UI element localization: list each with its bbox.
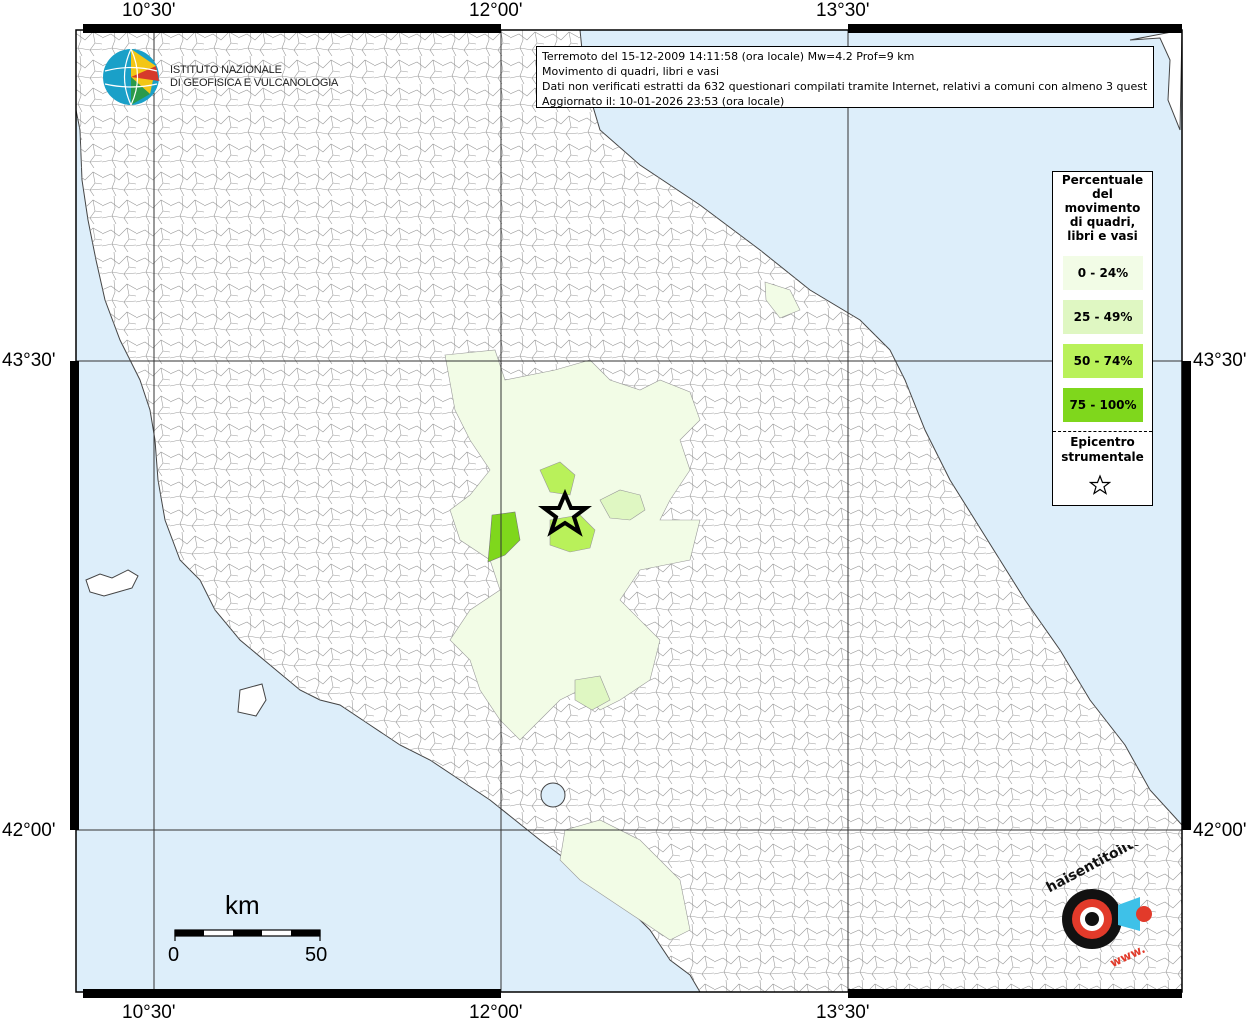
ingv-name: ISTITUTO NAZIONALE DI GEOFISICA E VULCAN… bbox=[170, 64, 338, 90]
legend-divider bbox=[1053, 431, 1152, 432]
event-info-box: Terremoto del 15-12-2009 14:11:58 (ora l… bbox=[536, 46, 1154, 108]
event-title: Terremoto del 15-12-2009 14:11:58 (ora l… bbox=[542, 50, 915, 63]
lat-label-left-2: 42°00' bbox=[2, 820, 56, 841]
lat-label-left-1: 43°30' bbox=[2, 350, 56, 371]
lake-vico bbox=[540, 782, 566, 808]
legend-class-25-49: 25 - 49% bbox=[1063, 300, 1143, 334]
legend-title-line: movimento bbox=[1064, 201, 1141, 215]
scale-max-label: 50 bbox=[305, 944, 328, 966]
legend-title-line: Percentuale bbox=[1061, 173, 1144, 187]
legend: Percentuale del movimento di quadri, lib… bbox=[1052, 171, 1153, 506]
scale-min-label: 0 bbox=[168, 944, 180, 966]
map-subject: Movimento di quadri, libri e vasi bbox=[542, 65, 720, 78]
legend-title: Percentuale del movimento di quadri, lib… bbox=[1053, 173, 1152, 243]
legend-class-0-24: 0 - 24% bbox=[1063, 256, 1143, 290]
legend-title-line: del bbox=[1092, 187, 1113, 201]
lon-label-bottom-3: 13°30' bbox=[816, 1002, 870, 1023]
legend-epicenter-label: Epicentro strumentale bbox=[1053, 435, 1152, 465]
scale-unit: km bbox=[225, 890, 260, 920]
hsit-www: www. bbox=[1108, 942, 1148, 970]
intensity-map: 10°30' 12°00' 13°30' 10°30' 12°00' 13°30… bbox=[0, 0, 1255, 1024]
legend-class-50-74: 50 - 74% bbox=[1063, 344, 1143, 378]
update-time: Aggiornato il: 10-01-2026 23:53 (ora loc… bbox=[542, 95, 785, 108]
hsit-text: haisentitoilterremoto.it bbox=[1044, 845, 1170, 896]
legend-epicenter-line: Epicentro bbox=[1070, 435, 1135, 449]
data-note: Dati non verificati estratti da 632 ques… bbox=[542, 80, 1148, 93]
lon-label-top-1: 10°30' bbox=[122, 0, 176, 21]
lat-label-right-1: 43°30' bbox=[1193, 350, 1247, 371]
ingv-name-line1: ISTITUTO NAZIONALE bbox=[170, 64, 282, 76]
legend-class-75-100: 75 - 100% bbox=[1063, 388, 1143, 422]
lat-label-right-2: 42°00' bbox=[1193, 820, 1247, 841]
lon-label-bottom-2: 12°00' bbox=[469, 1002, 523, 1023]
legend-epicenter-line: strumentale bbox=[1061, 450, 1144, 464]
ingv-name-line2: DI GEOFISICA E VULCANOLOGIA bbox=[170, 77, 339, 89]
epicenter-star-icon bbox=[1089, 474, 1111, 495]
ingv-globe-icon bbox=[103, 48, 159, 106]
legend-title-line: di quadri, bbox=[1069, 215, 1136, 229]
lon-label-top-3: 13°30' bbox=[816, 0, 870, 21]
legend-title-line: libri e vasi bbox=[1067, 229, 1138, 243]
lon-label-top-2: 12°00' bbox=[469, 0, 523, 21]
hsit-logo: haisentitoilterremoto.it www. bbox=[1044, 845, 1170, 970]
lon-label-bottom-1: 10°30' bbox=[122, 1002, 176, 1023]
